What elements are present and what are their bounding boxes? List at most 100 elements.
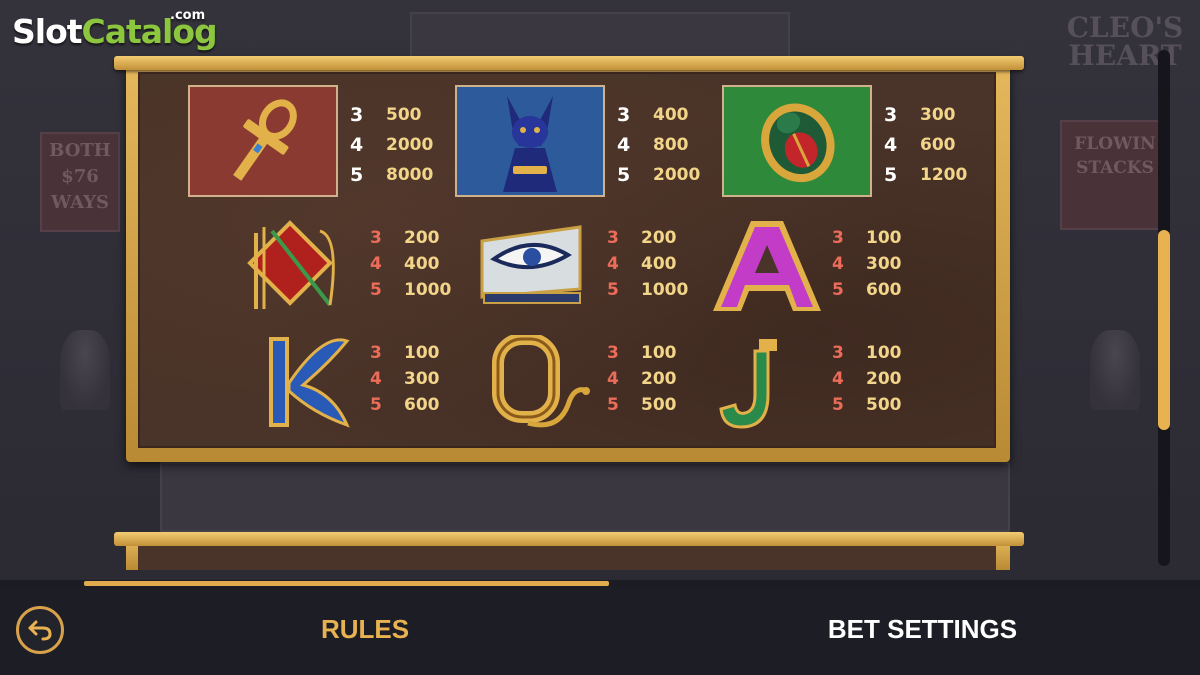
pay-amount: 500: [641, 395, 677, 415]
ankh-symbol-tile: [188, 85, 338, 197]
logo-text-slot: Slot: [12, 12, 83, 51]
pay-count: 3: [370, 228, 382, 248]
scrollbar-thumb[interactable]: [1158, 230, 1170, 430]
pay-count: 4: [607, 369, 619, 389]
bg-feature-line: FLOWIN: [1074, 134, 1156, 154]
pay-row: 5 1000: [370, 277, 451, 303]
pay-amount: 1000: [404, 280, 452, 300]
bg-lamp: [60, 330, 110, 410]
tab-rules[interactable]: RULES: [300, 614, 430, 648]
pay-count: 4: [884, 134, 898, 156]
tab-bet-settings[interactable]: BET SETTINGS: [800, 614, 1045, 648]
pay-amount: 600: [866, 280, 902, 300]
pay-count: 4: [370, 369, 382, 389]
next-panel-frame-top: [114, 532, 1024, 546]
eye-of-horus-icon: [480, 225, 582, 304]
bg-ways-line: BOTH: [49, 140, 111, 161]
pay-amount: 600: [404, 395, 440, 415]
pay-count: 3: [607, 343, 619, 363]
pay-row: 5 600: [832, 277, 902, 303]
pay-row: 3 100: [832, 225, 902, 251]
pay-count: 4: [832, 369, 844, 389]
pay-row: 5 1000: [607, 277, 688, 303]
letter-k-paylist: 3 100 4 300 5 600: [370, 340, 440, 418]
pay-count: 5: [617, 164, 631, 186]
pay-count: 3: [832, 228, 844, 248]
pay-row: 5 1200: [884, 160, 967, 190]
pay-amount: 600: [920, 135, 956, 155]
scarab-symbol-tile: [722, 85, 872, 197]
eye-of-horus-paylist: 3 200 4 400 5 1000: [607, 225, 688, 303]
paytable-frame-top: [114, 56, 1024, 70]
letter-a-paylist: 3 100 4 300 5 600: [832, 225, 902, 303]
pay-row: 3 500: [350, 100, 433, 130]
pay-row: 3 100: [370, 340, 440, 366]
pay-count: 4: [832, 254, 844, 274]
pay-count: 3: [617, 104, 631, 126]
letter-q-symbol: [488, 334, 592, 434]
pay-row: 5 600: [370, 392, 440, 418]
bg-ways-badge: BOTH $76 WAYS: [40, 132, 120, 232]
back-button[interactable]: [16, 606, 64, 654]
letter-j-icon: [719, 339, 777, 429]
letter-a-icon: [713, 221, 821, 311]
pay-count: 5: [607, 395, 619, 415]
crook-and-flail-symbol: [240, 215, 350, 315]
pay-count: 3: [884, 104, 898, 126]
crook-and-flail-icon: [247, 220, 335, 309]
pay-amount: 1000: [641, 280, 689, 300]
ankh-paylist: 3 500 4 2000 5 8000: [350, 100, 433, 190]
pay-row: 5 8000: [350, 160, 433, 190]
pay-amount: 200: [404, 228, 440, 248]
pay-row: 4 300: [832, 251, 902, 277]
pay-count: 5: [607, 280, 619, 300]
pay-row: 5 2000: [617, 160, 700, 190]
bg-ways-line: WAYS: [51, 192, 109, 213]
cat-paylist: 3 400 4 800 5 2000: [617, 100, 700, 190]
letter-q-icon: [492, 335, 590, 428]
pay-amount: 500: [866, 395, 902, 415]
pay-amount: 100: [404, 343, 440, 363]
eye-of-horus-symbol: [476, 218, 586, 310]
pay-amount: 1200: [920, 165, 968, 185]
page-progress-fill: [84, 581, 609, 586]
pay-row: 4 2000: [350, 130, 433, 160]
pay-amount: 300: [404, 369, 440, 389]
bg-feature-badge: FLOWIN STACKS: [1060, 120, 1170, 230]
letter-k-icon: [269, 337, 350, 428]
pay-count: 3: [832, 343, 844, 363]
pay-row: 3 100: [607, 340, 677, 366]
back-arrow-icon: [28, 620, 52, 641]
pay-amount: 800: [653, 135, 689, 155]
pay-row: 4 800: [617, 130, 700, 160]
letter-q-paylist: 3 100 4 200 5 500: [607, 340, 677, 418]
pay-row: 3 300: [884, 100, 967, 130]
pay-row: 4 300: [370, 366, 440, 392]
next-panel: [138, 546, 996, 570]
pay-row: 3 100: [832, 340, 902, 366]
bg-title-line: CLEO'S: [1066, 11, 1184, 44]
pay-row: 4 400: [607, 251, 688, 277]
cat-symbol-tile: [455, 85, 605, 197]
pay-amount: 2000: [386, 135, 434, 155]
pay-count: 4: [617, 134, 631, 156]
pay-amount: 200: [641, 228, 677, 248]
pay-count: 5: [370, 280, 382, 300]
crook-and-flail-paylist: 3 200 4 400 5 1000: [370, 225, 451, 303]
letter-j-symbol: [716, 334, 788, 434]
pay-amount: 100: [641, 343, 677, 363]
pay-amount: 200: [866, 369, 902, 389]
scarab-icon: [761, 103, 835, 183]
pay-amount: 300: [866, 254, 902, 274]
pay-count: 5: [370, 395, 382, 415]
pay-row: 4 200: [832, 366, 902, 392]
scarab-paylist: 3 300 4 600 5 1200: [884, 100, 967, 190]
pay-amount: 300: [920, 105, 956, 125]
pay-amount: 500: [386, 105, 422, 125]
bg-feature-line: STACKS: [1076, 158, 1154, 178]
logo-text-com: .com: [170, 8, 206, 23]
pay-row: 5 500: [607, 392, 677, 418]
pay-row: 4 200: [607, 366, 677, 392]
bg-title-line: HEART: [1068, 39, 1182, 72]
pay-amount: 100: [866, 343, 902, 363]
